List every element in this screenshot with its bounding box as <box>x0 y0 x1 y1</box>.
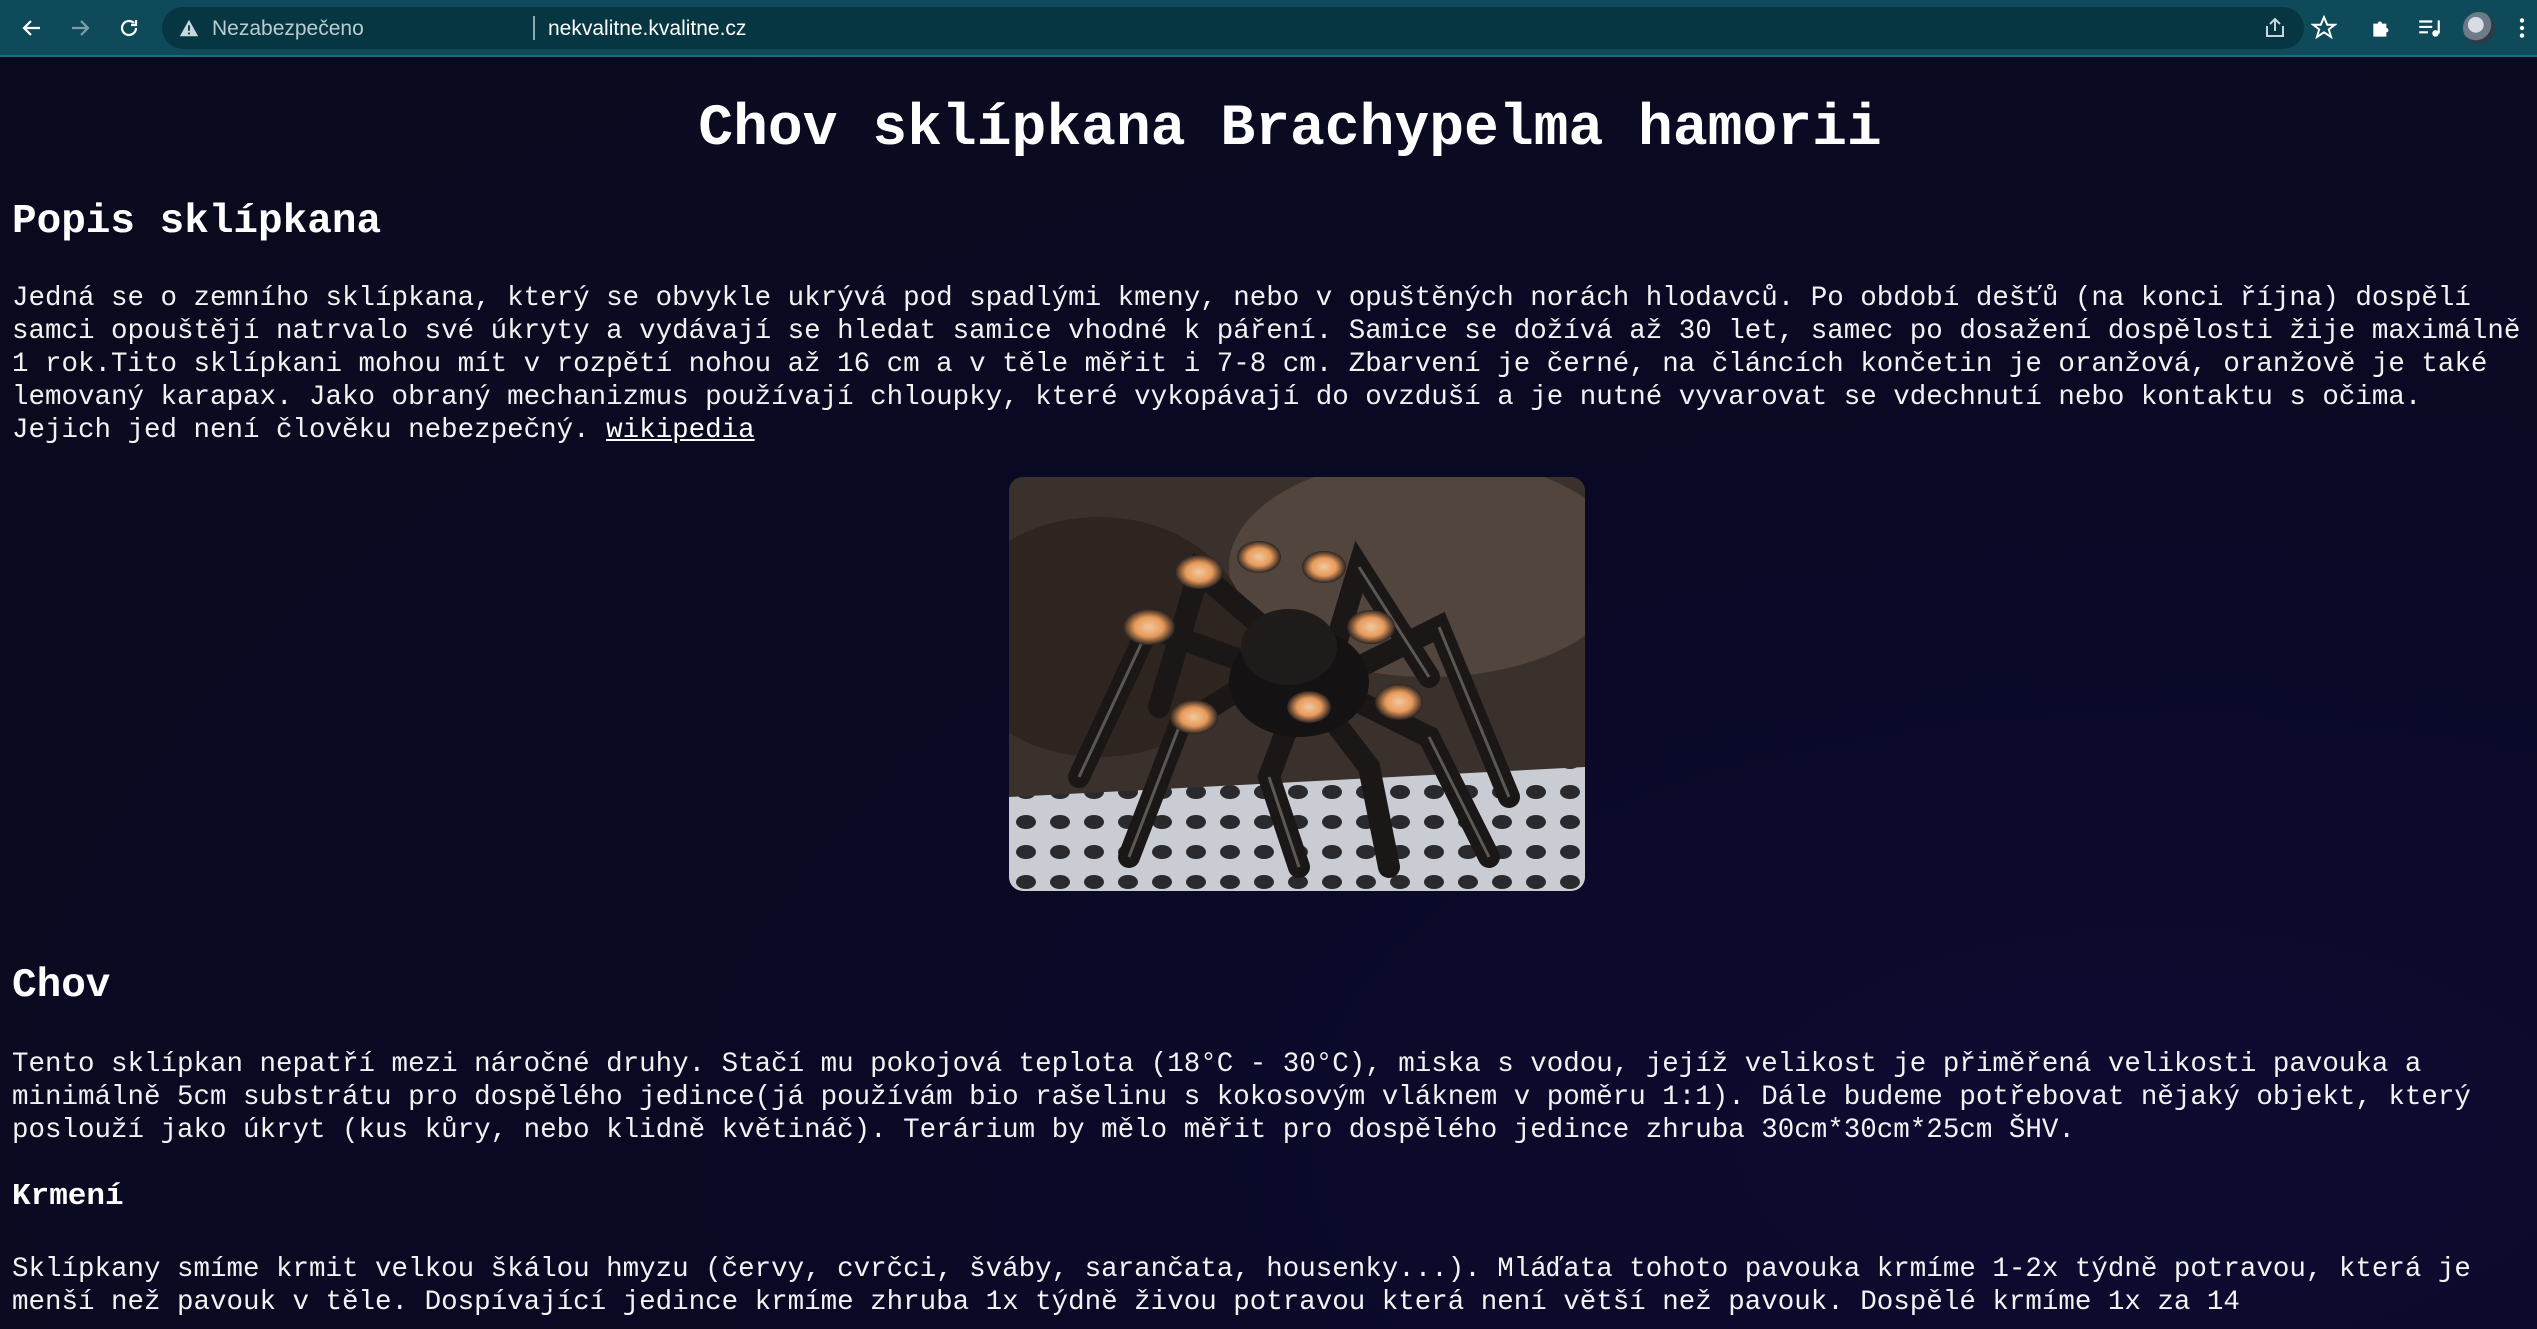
popis-text: Jedná se o zemního sklípkana, který se o… <box>12 283 2521 446</box>
wikipedia-link[interactable]: wikipedia <box>606 415 755 446</box>
browser-toolbar: Nezabezpečeno nekvalitne.kvalitne.cz <box>0 0 2537 57</box>
avatar[interactable] <box>2463 12 2495 44</box>
star-icon[interactable] <box>2311 15 2337 41</box>
warning-icon[interactable] <box>178 17 200 39</box>
section-heading-popis: Popis sklípkana <box>12 199 382 245</box>
more-icon[interactable] <box>2509 15 2535 41</box>
section-text-chov: Tento sklípkan nepatří mezi náročné druh… <box>12 1049 2471 1146</box>
url-text[interactable]: nekvalitne.kvalitne.cz <box>548 17 746 41</box>
tarantula-photo <box>1009 477 1585 891</box>
puzzle-icon[interactable] <box>2369 15 2395 41</box>
forward-button[interactable] <box>64 12 96 44</box>
divider <box>533 16 535 40</box>
page-content: Chov sklípkana Brachypelma hamorii Popis… <box>0 57 2537 1329</box>
media-icon[interactable] <box>2416 15 2442 41</box>
back-arrow-icon <box>22 20 40 36</box>
address-bar[interactable]: Nezabezpečeno nekvalitne.kvalitne.cz <box>162 7 2304 49</box>
section-text-popis: Jedná se o zemního sklípkana, který se o… <box>12 282 2527 447</box>
reload-icon <box>120 19 138 37</box>
back-button[interactable] <box>16 12 48 44</box>
forward-arrow-icon <box>72 20 90 36</box>
share-icon[interactable] <box>2263 16 2287 40</box>
page-title: Chov sklípkana Brachypelma hamorii <box>698 97 1882 162</box>
security-label[interactable]: Nezabezpečeno <box>212 17 364 41</box>
section-text-krmeni: Sklípkany smíme krmit velkou škálou hmyz… <box>12 1254 2471 1318</box>
section-heading-krmeni: Krmení <box>12 1179 124 1214</box>
section-heading-chov: Chov <box>12 963 111 1009</box>
reload-button[interactable] <box>113 12 145 44</box>
